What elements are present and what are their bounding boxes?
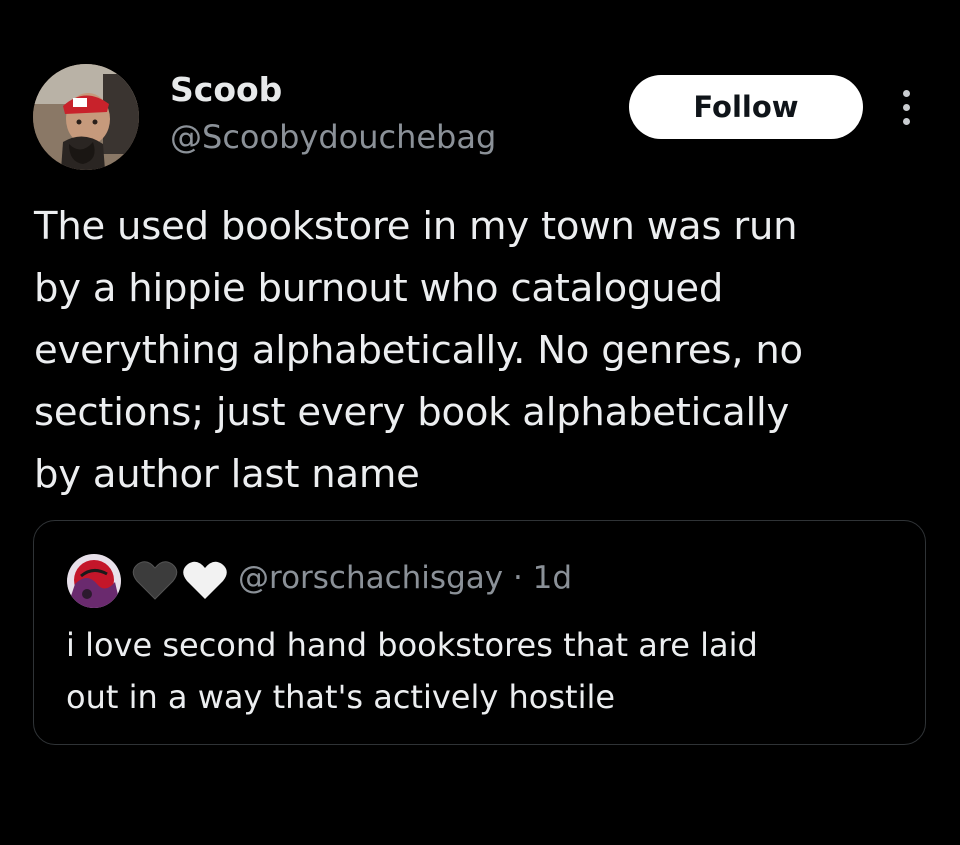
quoted-tweet-meta: @rorschachisgay · 1d	[238, 558, 572, 598]
author-display-name[interactable]: Scoob	[170, 70, 282, 110]
author-handle[interactable]: @Scoobydouchebag	[170, 117, 496, 157]
follow-button[interactable]: Follow	[629, 75, 863, 139]
tweet-text: The used bookstore in my town was run by…	[34, 204, 803, 497]
black-heart-icon	[132, 561, 178, 600]
more-options-icon[interactable]	[888, 84, 924, 130]
quoted-tweet-card[interactable]: @rorschachisgay · 1d i love second hand …	[33, 520, 926, 745]
author-avatar[interactable]	[33, 64, 139, 170]
quoted-author-handle[interactable]: @rorschachisgay	[238, 560, 503, 596]
meta-separator: ·	[512, 560, 523, 596]
quoted-tweet-time[interactable]: 1d	[533, 560, 572, 596]
quoted-author-avatar[interactable]	[67, 554, 121, 608]
white-heart-icon	[183, 561, 227, 599]
quoted-tweet-text: i love second hand bookstores that are l…	[66, 626, 758, 716]
tweet: Scoob @Scoobydouchebag Follow The used b…	[0, 0, 960, 845]
